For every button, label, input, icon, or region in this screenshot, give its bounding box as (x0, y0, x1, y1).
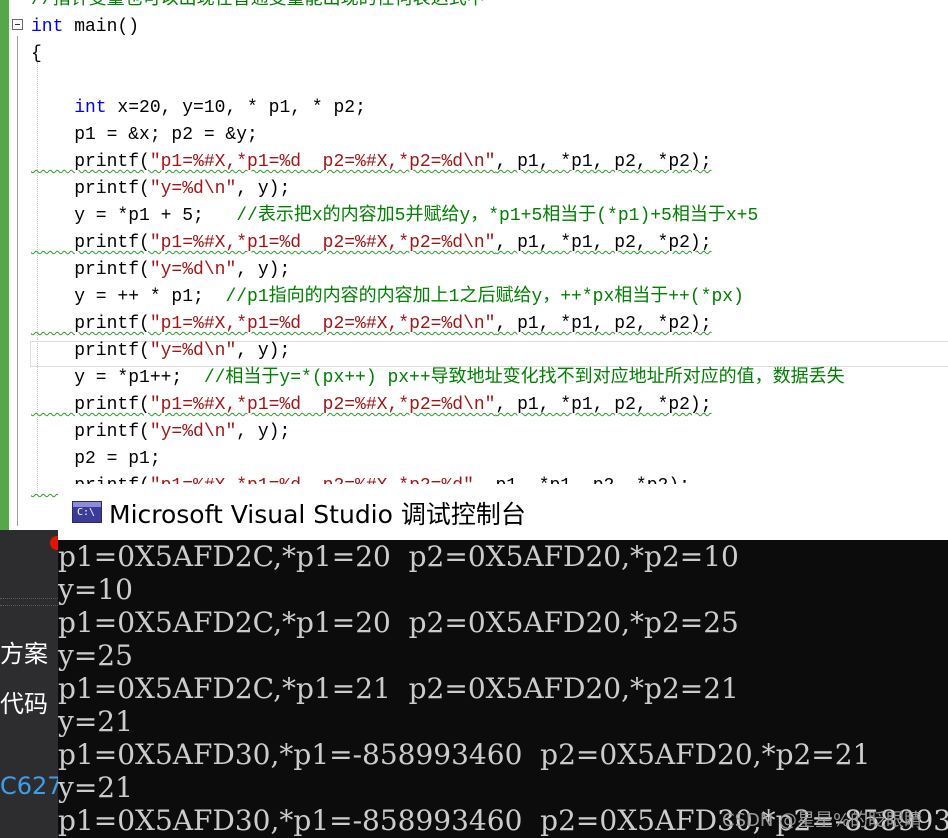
code-line[interactable]: printf("p1=%#X,*p1=%d p2=%#X,*p2=%d\n", … (31, 311, 712, 338)
code-editor[interactable]: //指针变量也可以出现在普通变量能出现的任何表达式中 int main() { in… (0, 0, 948, 530)
code-token: , y); (236, 422, 291, 442)
code-token: //表示把x的内容加5并赋给y，*p1+5相当于(*p1)+5相当于x+5 (236, 206, 759, 226)
code-token: int (31, 17, 64, 37)
console-output-line: p1=0X5AFD2C,*p1=21 p2=0X5AFD20,*p2=21 (58, 672, 739, 705)
code-token: , y); (236, 341, 291, 361)
code-token: printf( (31, 422, 150, 442)
code-token: printf( (31, 179, 150, 199)
code-token: int (31, 98, 107, 118)
code-line[interactable]: { (31, 41, 42, 68)
code-token: , y); (236, 179, 291, 199)
code-line[interactable]: printf("p1=%#X,*p1=%d p2=%#X,*p2=%d\n", … (31, 392, 712, 419)
console-output-line: y=21 (58, 705, 133, 738)
panel-item-code[interactable]: 代码 (0, 684, 48, 719)
code-token: "y=%d\n" (149, 260, 237, 280)
code-line[interactable]: int main() (31, 14, 139, 41)
panel-item-solution[interactable]: 方案 (0, 634, 48, 669)
editor-margin (9, 0, 15, 530)
collapse-icon[interactable] (12, 19, 23, 30)
code-token: , p1, *p1, p2, *p2); (495, 233, 712, 253)
code-line[interactable]: printf("y=%d\n", y); (31, 338, 290, 365)
code-token: "p1=%#X,*p1=%d p2=%#X,*p2=%d\n" (149, 233, 496, 253)
code-token: //p1指向的内容的内容加上1之后赋给y，++*px相当于++(*px) (225, 287, 744, 307)
code-token: printf( (31, 341, 150, 361)
code-line[interactable]: p1 = &x; p2 = &y; (31, 122, 258, 149)
console-output-line: p1=0X5AFD2C,*p1=20 p2=0X5AFD20,*p2=25 (58, 606, 739, 639)
code-token: "p1=%#X,*p1=%d p2=%#X,*p2=%d\n" (149, 395, 496, 415)
code-token: , p1, *p1, p2, *p2); (495, 395, 712, 415)
code-token: printf( (31, 152, 150, 172)
fold-guide-line (17, 36, 18, 526)
code-token: main() (63, 17, 140, 37)
code-token: "y=%d\n" (149, 341, 237, 361)
console-title: Microsoft Visual Studio 调试控制台 (109, 500, 526, 529)
console-output-line: y=21 (58, 771, 133, 804)
code-token: //相当于y=*(px++) px++导致地址变化找不到对应地址所对应的值，数据… (203, 368, 845, 388)
code-token: y = *p1 + 5; (31, 206, 237, 226)
console-output[interactable]: p1=0X5AFD2C,*p1=20 p2=0X5AFD20,*p2=10 y=1… (58, 540, 948, 837)
code-token: printf( (31, 233, 150, 253)
code-token: "y=%d\n" (149, 179, 237, 199)
code-token: "p1=%#X,*p1=%d p2=%#X,*p2=%d\n" (149, 314, 496, 334)
change-tracking-bar (0, 0, 9, 530)
debug-console-window[interactable]: C:\ Microsoft Visual Studio 调试控制台 p1=0X5… (58, 484, 948, 838)
console-output-line: y=25 (58, 639, 133, 672)
code-line[interactable]: printf("y=%d\n", y); (31, 419, 290, 446)
code-line[interactable]: printf("y=%d\n", y); (31, 257, 290, 284)
code-token: printf( (31, 314, 150, 334)
console-output-line: y=10 (58, 573, 133, 606)
code-token: , y); (236, 260, 291, 280)
code-token: x=20, y=10, * p1, * p2; (106, 98, 366, 118)
code-line[interactable]: int x=20, y=10, * p1, * p2; (31, 95, 366, 122)
code-token: "p1=%#X,*p1=%d p2=%#X,*p2=%d\n" (149, 152, 496, 172)
console-output-line: p1=0X5AFD2C,*p1=20 p2=0X5AFD20,*p2=10 (58, 540, 739, 573)
code-line[interactable]: printf("y=%d\n", y); (31, 176, 290, 203)
code-token: p2 = p1; (31, 449, 161, 469)
code-line[interactable]: p2 = p1; (31, 446, 161, 473)
code-token: "y=%d\n" (149, 422, 237, 442)
console-output-line: p1=0X5AFD30,*p1=-858993460 p2=0X5AFD20,*… (58, 738, 871, 771)
code-line[interactable]: printf("p1=%#X,*p1=%d p2=%#X,*p2=%d\n", … (31, 230, 712, 257)
code-token: p1 = &x; p2 = &y; (31, 125, 258, 145)
code-token: y = ++ * p1; (31, 287, 226, 307)
code-token: , p1, *p1, p2, *p2); (495, 314, 712, 334)
code-line[interactable]: y = *p1 + 5; //表示把x的内容加5并赋给y，*p1+5相当于(*p… (31, 203, 758, 230)
console-title-bar[interactable]: C:\ Microsoft Visual Studio 调试控制台 (58, 484, 948, 540)
code-token: printf( (31, 260, 150, 280)
watermark: CSDN @星星%的眨眼睛 (722, 810, 923, 831)
code-token: , p1, *p1, p2, *p2); (495, 152, 712, 172)
code-token: y = *p1++; (31, 368, 204, 388)
code-token: //指针变量也可以出现在普通变量能出现的任何表达式中 (31, 0, 485, 10)
code-token: printf( (31, 395, 150, 415)
code-token: { (31, 44, 42, 64)
code-line[interactable]: printf("p1=%#X,*p1=%d p2=%#X,*p2=%d\n", … (31, 149, 712, 176)
code-line[interactable]: y = *p1++; //相当于y=*(px++) px++导致地址变化找不到对… (31, 365, 845, 392)
code-line[interactable]: y = ++ * p1; //p1指向的内容的内容加上1之后赋给y，++*px相… (31, 284, 744, 311)
code-line[interactable]: //指针变量也可以出现在普通变量能出现的任何表达式中 (31, 0, 485, 14)
console-app-icon: C:\ (72, 501, 102, 523)
